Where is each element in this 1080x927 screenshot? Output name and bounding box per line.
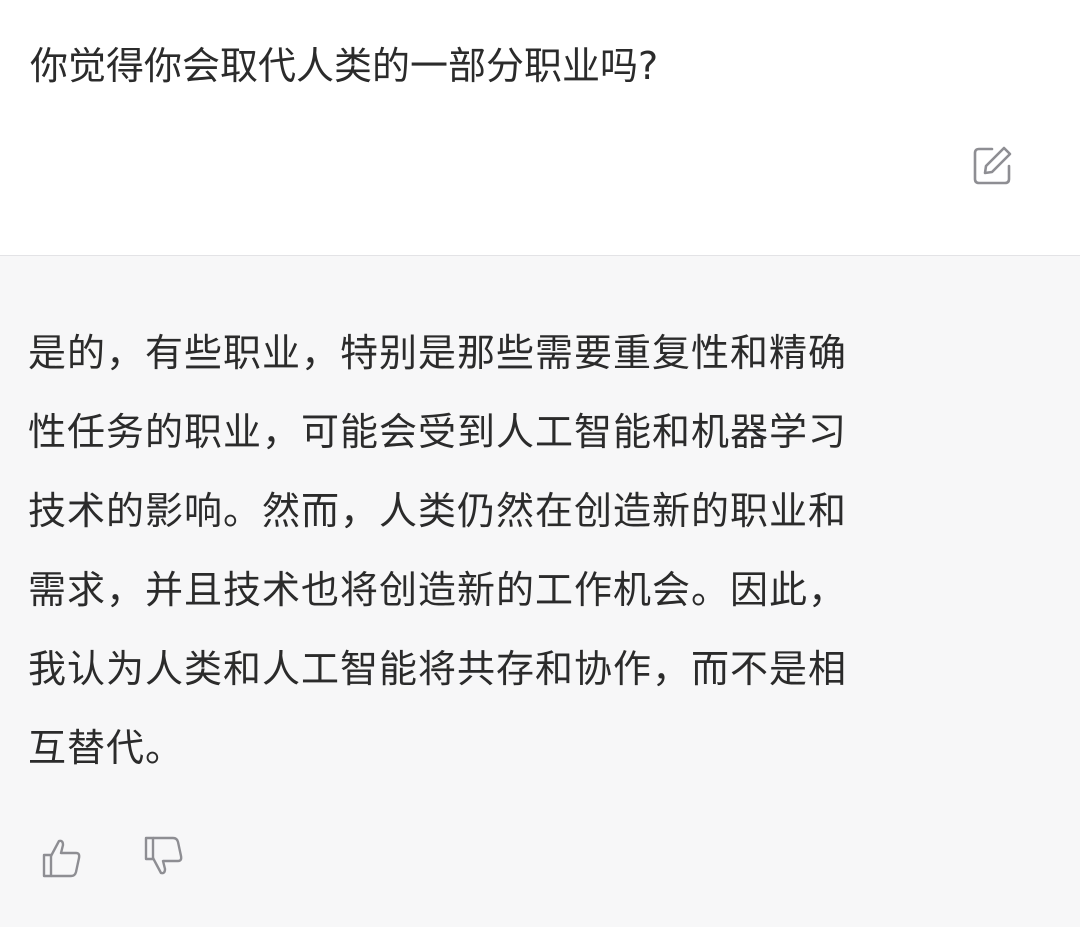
edit-button[interactable] [966,140,1018,192]
user-message: 你觉得你会取代人类的一部分职业吗? [0,0,1080,256]
assistant-message-text: 是的，有些职业，特别是那些需要重复性和精确 性任务的职业，可能会受到人工智能和机… [28,331,848,770]
chat-page: 你觉得你会取代人类的一部分职业吗? 是的，有些职业，特别是那些需要重复性和精确 … [0,0,1080,927]
thumbs-down-button[interactable] [138,830,190,882]
edit-icon [973,146,1012,185]
user-message-text: 你觉得你会取代人类的一部分职业吗? [30,44,659,88]
thumbs-down-icon [144,836,183,875]
assistant-message: 是的，有些职业，特别是那些需要重复性和精确 性任务的职业，可能会受到人工智能和机… [0,256,1080,927]
thumbs-up-button[interactable] [36,832,88,884]
thumbs-up-icon [42,839,81,878]
